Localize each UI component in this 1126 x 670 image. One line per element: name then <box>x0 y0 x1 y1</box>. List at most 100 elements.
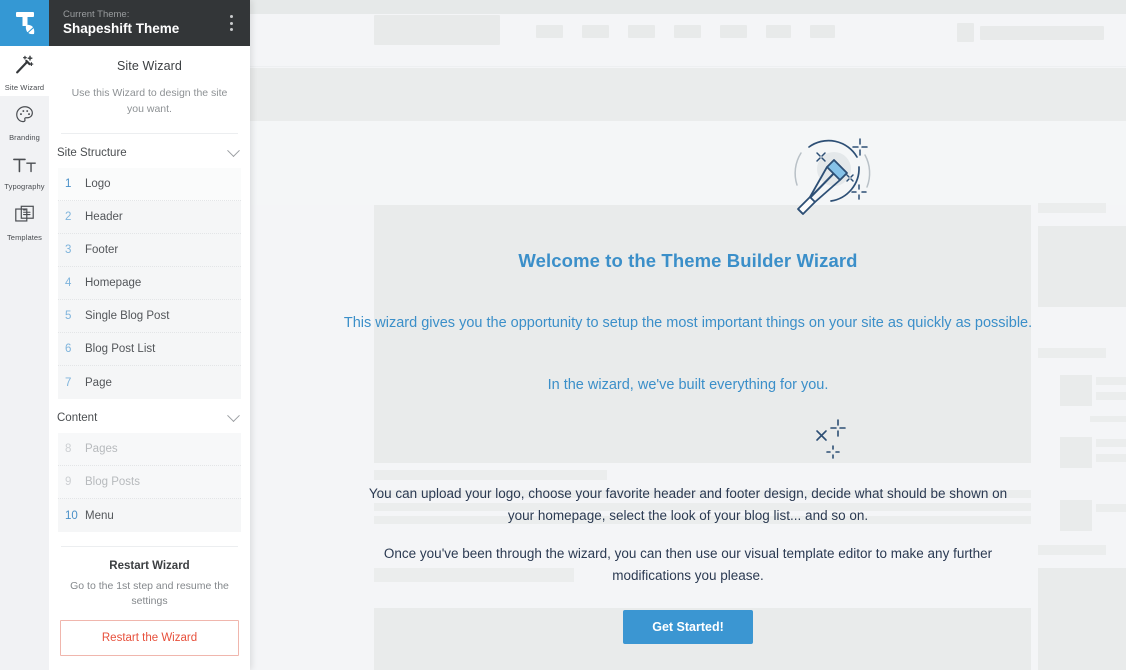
preview-top-strip <box>250 0 1126 14</box>
step-number: 8 <box>65 443 72 455</box>
skeleton-text-line <box>374 568 574 582</box>
skeleton-text-line <box>374 503 1031 511</box>
group-label: Content <box>57 412 98 424</box>
step-number: 5 <box>65 310 72 322</box>
step-list-content: 8 Pages 9 Blog Posts 10 Menu <box>58 433 241 532</box>
step-label: Blog Posts <box>85 476 140 488</box>
step-number: 7 <box>65 376 72 389</box>
group-header-content[interactable]: Content <box>49 399 250 433</box>
step-item-homepage[interactable]: 4 Homepage <box>58 267 241 300</box>
skeleton-content-block <box>374 205 1031 463</box>
step-item-blog-posts[interactable]: 9 Blog Posts <box>58 466 241 499</box>
chevron-down-icon <box>227 143 240 157</box>
sidebar-item-site-wizard[interactable]: Site Wizard <box>0 46 49 96</box>
sidebar-item-label: Branding <box>9 133 40 142</box>
step-label: Menu <box>85 509 114 522</box>
skeleton-nav-item <box>536 25 563 38</box>
step-label: Header <box>85 211 123 223</box>
get-started-button[interactable]: Get Started! <box>623 610 753 644</box>
skeleton-nav-item <box>766 25 791 38</box>
skeleton-search-box <box>980 26 1104 40</box>
step-label: Logo <box>85 178 111 190</box>
skeleton-sidebar-thumb <box>1060 500 1092 531</box>
group-header-site-structure[interactable]: Site Structure <box>49 134 250 168</box>
palette-icon <box>14 104 36 131</box>
skeleton-sidebar-line <box>1096 392 1126 400</box>
sidebar-item-branding[interactable]: Branding <box>0 96 49 146</box>
sidebar-item-label: Templates <box>6 233 43 242</box>
step-number: 6 <box>65 343 72 355</box>
theme-builder-app: Site Wizard Branding Typography Template… <box>0 0 1126 670</box>
step-item-single-blog-post[interactable]: 5 Single Blog Post <box>58 300 241 333</box>
skeleton-sidebar-block <box>1038 226 1126 307</box>
step-number: 3 <box>65 244 72 256</box>
templates-icon <box>13 204 36 231</box>
app-logo[interactable] <box>0 0 49 46</box>
step-item-logo[interactable]: 1 Logo <box>58 168 241 201</box>
restart-wizard-subtitle: Go to the 1st step and resume the settin… <box>70 580 229 607</box>
restart-wizard-button[interactable]: Restart the Wizard <box>60 620 239 656</box>
step-item-menu[interactable]: 10 Menu <box>58 499 241 532</box>
magic-wand-illustration <box>779 127 879 227</box>
step-item-blog-post-list[interactable]: 6 Blog Post List <box>58 333 241 366</box>
step-item-pages[interactable]: 8 Pages <box>58 433 241 466</box>
current-theme-label: Current Theme: <box>63 9 130 20</box>
skeleton-sidebar-line <box>1096 454 1126 462</box>
step-number: 4 <box>65 277 72 289</box>
step-list-site-structure: 1 Logo 2 Header 3 Footer 4 Homepage 5 Si… <box>58 168 241 399</box>
skeleton-sidebar-thumb <box>1060 375 1092 406</box>
step-number: 2 <box>65 211 72 223</box>
skeleton-sidebar-line <box>1096 504 1126 512</box>
skeleton-sidebar-thumb <box>1060 437 1092 468</box>
skeleton-text-line <box>374 470 607 480</box>
step-number: 9 <box>65 476 72 488</box>
sidebar-item-typography[interactable]: Typography <box>0 146 49 196</box>
skeleton-sidebar-line <box>1096 439 1126 447</box>
sidebar-item-templates[interactable]: Templates <box>0 196 49 246</box>
skeleton-nav-item <box>674 25 701 38</box>
skeleton-sidebar-line <box>1096 377 1126 385</box>
kebab-menu-icon[interactable] <box>220 6 242 40</box>
step-label: Blog Post List <box>85 343 156 355</box>
site-preview: Welcome to the Theme Builder Wizard This… <box>250 0 1126 670</box>
panel-subtitle: Use this Wizard to design the site you w… <box>71 87 228 115</box>
skeleton-nav <box>536 25 835 38</box>
typography-tt-icon <box>12 155 38 180</box>
icon-rail: Site Wizard Branding Typography Template… <box>0 0 49 670</box>
step-label: Pages <box>85 443 118 455</box>
skeleton-sub-band <box>250 121 1126 205</box>
sidebar-item-label: Site Wizard <box>4 83 45 92</box>
step-label: Single Blog Post <box>85 310 170 322</box>
step-label: Footer <box>85 244 119 256</box>
step-item-page[interactable]: 7 Page <box>58 366 241 399</box>
skeleton-nav-item <box>720 25 747 38</box>
magic-wand-icon <box>13 54 36 81</box>
skeleton-nav-item <box>810 25 835 38</box>
theme-name: Shapeshift Theme <box>63 21 180 36</box>
skeleton-sidebar-line <box>1038 348 1106 358</box>
rail-spacer <box>0 246 49 670</box>
skeleton-sidebar-line <box>1038 203 1106 213</box>
step-number: 10 <box>65 509 78 522</box>
restart-wizard-title: Restart Wizard <box>109 560 190 572</box>
skeleton-nav-item <box>582 25 609 38</box>
panel-topbar: Current Theme: Shapeshift Theme <box>49 0 250 46</box>
sidebar-item-label: Typography <box>4 182 45 191</box>
skeleton-header-icon <box>957 23 974 42</box>
skeleton-text-line <box>374 490 1031 498</box>
step-item-footer[interactable]: 3 Footer <box>58 234 241 267</box>
skeleton-sidebar-line <box>1090 416 1126 422</box>
chevron-down-icon <box>227 408 240 422</box>
step-label: Page <box>85 376 112 389</box>
step-label: Homepage <box>85 277 142 289</box>
skeleton-sidebar-line <box>1038 545 1106 555</box>
group-label: Site Structure <box>57 147 127 159</box>
skeleton-hero-band <box>250 68 1126 121</box>
skeleton-logo-block <box>374 15 500 45</box>
wizard-panel: Current Theme: Shapeshift Theme Site Wiz… <box>49 0 250 670</box>
step-item-header[interactable]: 2 Header <box>58 201 241 234</box>
skeleton-text-line <box>374 516 1031 524</box>
step-number: 1 <box>65 178 72 190</box>
skeleton-nav-item <box>628 25 655 38</box>
page-title: Site Wizard <box>116 59 182 73</box>
